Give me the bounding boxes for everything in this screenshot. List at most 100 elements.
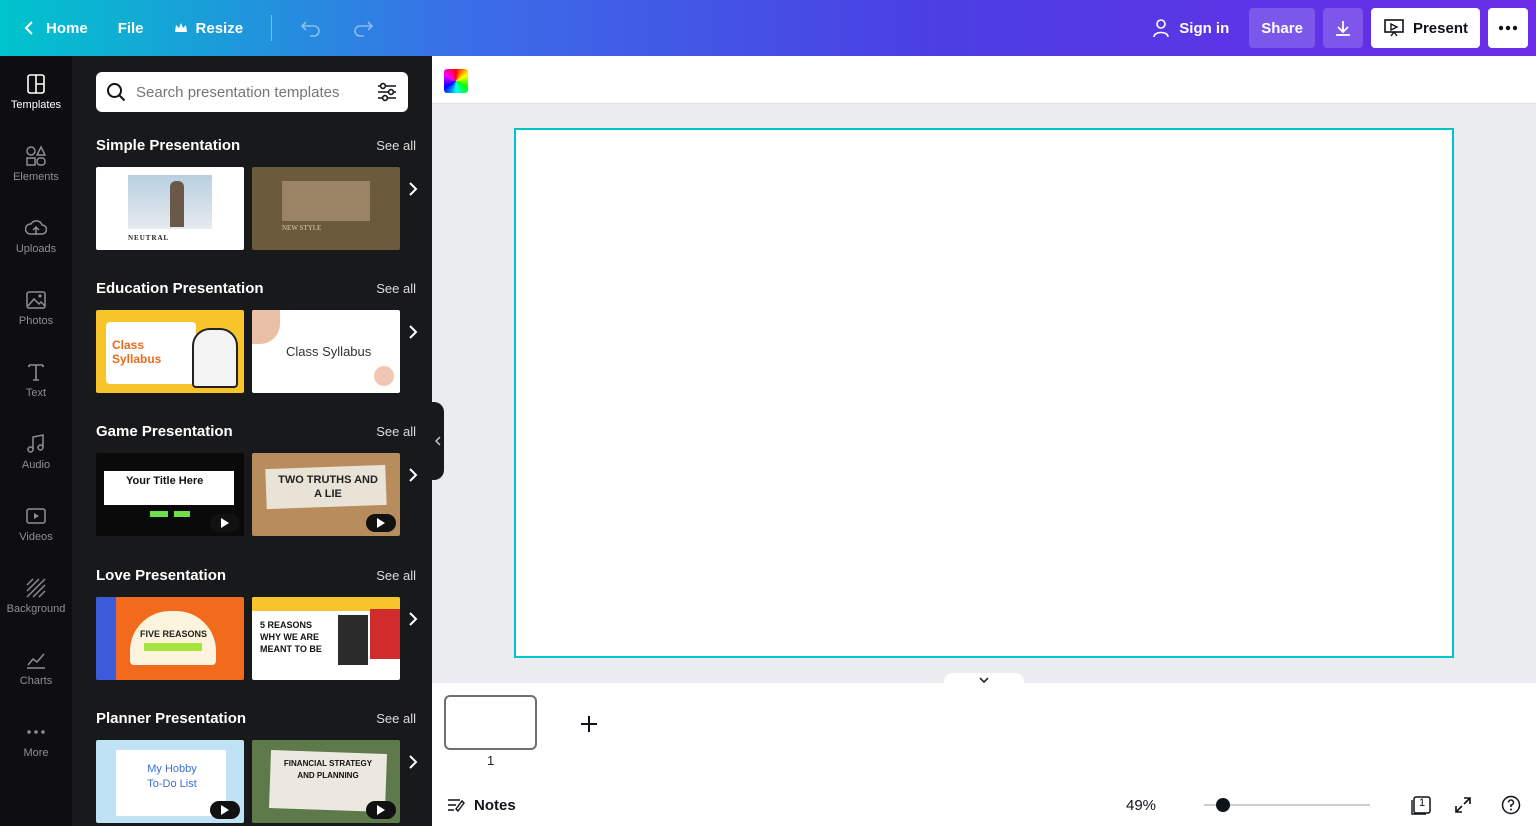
side-rail: Templates Elements Uploads Photos Text A…	[0, 56, 72, 826]
template-photo	[338, 615, 368, 665]
template-photo	[282, 181, 370, 221]
see-all-link[interactable]: See all	[376, 281, 416, 296]
share-label: Share	[1261, 19, 1303, 37]
section-game-presentation: Game Presentation See all Your Title Her…	[96, 421, 418, 537]
templates-icon	[27, 74, 45, 94]
page-count-button[interactable]: 1	[1410, 794, 1432, 816]
template-thumbnail[interactable]: Class Syllabus	[96, 310, 244, 393]
file-menu-button[interactable]: File	[106, 8, 156, 48]
scroll-next-button[interactable]	[402, 603, 424, 635]
video-badge	[210, 801, 240, 819]
add-page-button[interactable]	[580, 709, 598, 740]
template-thumbnail[interactable]: FINANCIAL STRATEGY AND PLANNING	[252, 740, 400, 823]
home-label: Home	[46, 19, 88, 37]
undo-button[interactable]	[288, 8, 334, 48]
template-thumbnail[interactable]: Class Syllabus	[252, 310, 400, 393]
chevron-left-icon	[435, 436, 441, 446]
resize-button[interactable]: Resize	[162, 8, 256, 48]
zoom-slider[interactable]	[1204, 798, 1370, 812]
rail-label-more: More	[23, 747, 49, 759]
see-all-link[interactable]: See all	[376, 424, 416, 439]
section-education-presentation: Education Presentation See all Class Syl…	[96, 278, 418, 394]
text-icon	[28, 364, 44, 381]
rail-item-text[interactable]: Text	[0, 344, 72, 416]
see-all-link[interactable]: See all	[376, 568, 416, 583]
redo-icon	[354, 21, 374, 37]
template-photo	[370, 609, 400, 659]
zoom-slider-handle[interactable]	[1215, 798, 1230, 812]
resize-label: Resize	[195, 19, 244, 37]
template-shape	[96, 597, 116, 680]
scroll-next-button[interactable]	[402, 459, 424, 491]
chevron-right-icon	[409, 468, 418, 482]
videos-icon	[26, 508, 46, 524]
play-icon	[221, 805, 229, 815]
collapse-pages-button[interactable]	[944, 673, 1024, 687]
redo-button[interactable]	[340, 8, 386, 48]
template-thumbnail[interactable]: TWO TRUTHS AND A LIE	[252, 453, 400, 536]
help-icon	[1501, 795, 1521, 815]
editor-toolbar	[432, 56, 1536, 104]
page-thumbnail[interactable]	[444, 695, 537, 750]
scroll-next-button[interactable]	[402, 173, 424, 205]
sign-in-button[interactable]: Sign in	[1139, 8, 1241, 48]
present-button[interactable]: Present	[1370, 8, 1480, 48]
download-button[interactable]	[1322, 8, 1363, 48]
template-text: TWO TRUTHS AND A LIE	[278, 474, 378, 500]
template-thumbnail[interactable]: NEW STYLE	[252, 167, 400, 250]
template-cat	[192, 328, 238, 388]
rail-item-audio[interactable]: Audio	[0, 416, 72, 488]
rail-item-videos[interactable]: Videos	[0, 488, 72, 560]
section-title: Education Presentation	[96, 279, 264, 297]
scroll-next-button[interactable]	[402, 746, 424, 778]
rail-label-text: Text	[25, 387, 47, 399]
template-figure	[170, 181, 184, 227]
rail-label-charts: Charts	[19, 675, 53, 687]
zoom-level[interactable]: 49%	[1126, 797, 1156, 814]
templates-panel: Simple Presentation See all NEUTRAL NEW …	[72, 56, 432, 826]
help-button[interactable]	[1500, 794, 1522, 816]
rail-item-charts[interactable]: Charts	[0, 632, 72, 704]
scroll-next-button[interactable]	[402, 316, 424, 348]
search-icon	[107, 83, 126, 102]
see-all-link[interactable]: See all	[376, 138, 416, 153]
template-text: 5 REASONS WHY WE ARE MEANT TO BE	[260, 620, 322, 654]
template-thumbnail[interactable]: NEUTRAL	[96, 167, 244, 250]
video-badge	[210, 514, 240, 532]
more-options-button[interactable]	[1488, 8, 1528, 48]
notes-button[interactable]: Notes	[446, 797, 516, 814]
slide-canvas[interactable]	[514, 128, 1454, 658]
template-button-shape	[174, 511, 190, 517]
background-color-picker[interactable]	[444, 69, 468, 93]
rail-item-templates[interactable]: Templates	[0, 56, 72, 128]
rail-item-background[interactable]: Background	[0, 560, 72, 632]
fullscreen-button[interactable]	[1452, 794, 1474, 816]
toolbar-divider	[271, 15, 273, 41]
search-input[interactable]	[136, 83, 376, 101]
share-button[interactable]: Share	[1249, 8, 1315, 48]
rail-item-elements[interactable]: Elements	[0, 128, 72, 200]
page-strip: 1 Notes 49% 1	[432, 673, 1536, 826]
video-badge	[366, 801, 396, 819]
template-thumbnail[interactable]: 5 REASONS WHY WE ARE MEANT TO BE	[252, 597, 400, 680]
notes-icon	[448, 799, 465, 813]
home-button[interactable]: Home	[10, 8, 100, 48]
section-love-presentation: Love Presentation See all FIVE REASONS 5…	[96, 565, 418, 681]
more-icon	[27, 730, 45, 734]
filter-sliders-icon[interactable]	[376, 82, 398, 102]
template-thumbnail[interactable]: FIVE REASONS	[96, 597, 244, 680]
rail-item-more[interactable]: More	[0, 704, 72, 776]
rail-label-videos: Videos	[19, 531, 53, 543]
template-text: NEW STYLE	[282, 224, 322, 232]
chevron-right-icon	[409, 325, 418, 339]
rail-item-photos[interactable]: Photos	[0, 272, 72, 344]
top-bar: Home File Resize Sign in Share Present	[0, 0, 1536, 56]
template-thumbnail[interactable]: Your Title Here	[96, 453, 244, 536]
template-thumbnail[interactable]: My Hobby To-Do List	[96, 740, 244, 823]
download-icon	[1335, 21, 1350, 36]
collapse-panel-button[interactable]	[432, 402, 444, 480]
rail-item-uploads[interactable]: Uploads	[0, 200, 72, 272]
see-all-link[interactable]: See all	[376, 711, 416, 726]
template-shape	[374, 366, 394, 386]
chevron-down-icon	[979, 677, 989, 683]
